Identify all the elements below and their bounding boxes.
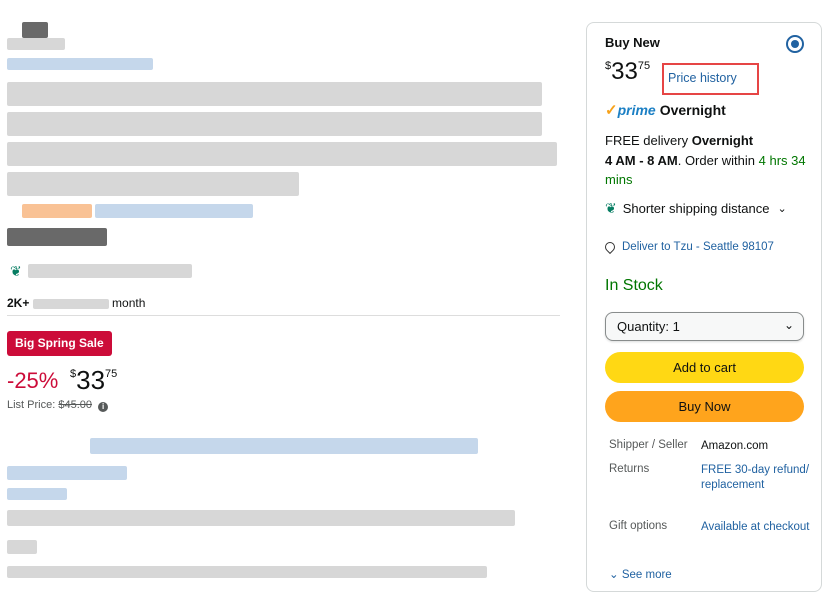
detail-key: Returns	[609, 463, 650, 475]
blurred-offer-2	[7, 488, 67, 500]
list-price-label: List Price:	[7, 399, 56, 411]
shorter-shipping-label: Shorter shipping distance	[622, 201, 770, 216]
blurred-rating-count	[95, 204, 253, 218]
location-pin-icon	[602, 239, 618, 255]
buybox-price-whole: 33	[611, 58, 638, 85]
chevron-down-icon: ⌄	[777, 203, 787, 215]
returns-link[interactable]: FREE 30-day refund/ replacement	[701, 463, 811, 493]
see-more-label: See more	[621, 569, 672, 581]
blurred-title-line-1	[7, 82, 542, 106]
quantity-value: 1	[672, 319, 680, 334]
sale-badge: Big Spring Sale	[7, 331, 112, 356]
buy-now-button[interactable]: Buy Now	[605, 391, 804, 422]
stock-status: In Stock	[605, 277, 663, 294]
delivery-prefix: FREE delivery	[605, 133, 692, 148]
main-price: $3375	[70, 365, 117, 396]
blurred-bottom-row	[7, 566, 487, 578]
bought-tail: month	[112, 296, 146, 310]
info-icon[interactable]: i	[98, 402, 109, 412]
chevron-down-icon: ⌄	[609, 569, 619, 581]
bought-prefix: 2K+	[7, 296, 30, 310]
prime-label: prime	[617, 102, 656, 118]
price-fraction: 75	[105, 368, 118, 380]
blurred-badge	[7, 228, 107, 246]
blurred-logo	[22, 22, 48, 38]
deliver-to-label: Deliver to Tzu - Seattle 98107	[622, 241, 774, 253]
blurred-title-line-2	[7, 112, 542, 136]
list-price-value: $45.00	[58, 399, 93, 411]
add-to-cart-button[interactable]: Add to cart	[605, 352, 804, 383]
buybox-price-fraction: 75	[637, 60, 651, 72]
blurred-rating-stars	[22, 204, 92, 218]
blurred-title-line-3	[7, 142, 557, 166]
buy-new-title: Buy New	[605, 35, 660, 50]
section-divider	[7, 315, 560, 316]
buy-box: Buy New $3375 Price history ✓prime Overni…	[586, 22, 822, 592]
blurred-eco-label	[28, 264, 192, 278]
gift-options-link[interactable]: Available at checkout	[701, 520, 811, 535]
detail-key: Shipper / Seller	[609, 439, 688, 451]
shorter-shipping-toggle[interactable]: ❦ Shorter shipping distance ⌄	[605, 200, 787, 217]
blurred-title-line-4	[7, 172, 299, 196]
price-currency: $	[70, 368, 77, 380]
delivery-time: 4 AM - 8 AM	[605, 152, 678, 168]
detail-key: Gift options	[609, 520, 668, 532]
quantity-select[interactable]: Quantity: 1 ⌄	[605, 312, 804, 341]
price-whole: 33	[76, 365, 106, 395]
deliver-to-link[interactable]: Deliver to Tzu - Seattle 98107	[602, 239, 774, 255]
blurred-coupon-link	[90, 438, 478, 454]
buy-new-radio[interactable]	[786, 35, 804, 53]
buybox-price: $3375	[605, 58, 650, 86]
discount-percent: -25%	[7, 368, 59, 393]
leaf-icon: ❦	[10, 263, 22, 279]
delivery-info: FREE delivery Overnight 4 AM - 8 AM. Ord…	[605, 131, 810, 190]
chevron-down-icon: ⌄	[783, 318, 794, 332]
blurred-bought-text	[32, 298, 109, 309]
prime-check-icon: ✓	[605, 102, 618, 119]
leaf-icon: ❦	[605, 200, 617, 216]
list-price: List Price: $45.00 i	[7, 399, 109, 412]
blurred-brand	[7, 38, 65, 50]
delivery-order-within: . Order within	[677, 152, 759, 168]
price-history-link[interactable]: Price history	[662, 63, 759, 95]
bought-count: 2K+ month	[7, 296, 145, 310]
delivery-speed: Overnight	[691, 133, 754, 148]
blurred-store-link	[7, 58, 153, 70]
detail-value: Amazon.com	[701, 440, 769, 452]
prime-shipping-speed: Overnight	[659, 102, 726, 118]
blurred-offer-label	[7, 540, 37, 554]
blurred-offer-text	[7, 510, 515, 526]
prime-badge: ✓prime Overnight	[605, 101, 726, 119]
quantity-label: Quantity:	[617, 319, 670, 334]
see-more-link[interactable]: ⌄ See more	[609, 567, 672, 581]
blurred-offer-1	[7, 466, 127, 480]
buybox-price-currency: $	[605, 60, 612, 72]
